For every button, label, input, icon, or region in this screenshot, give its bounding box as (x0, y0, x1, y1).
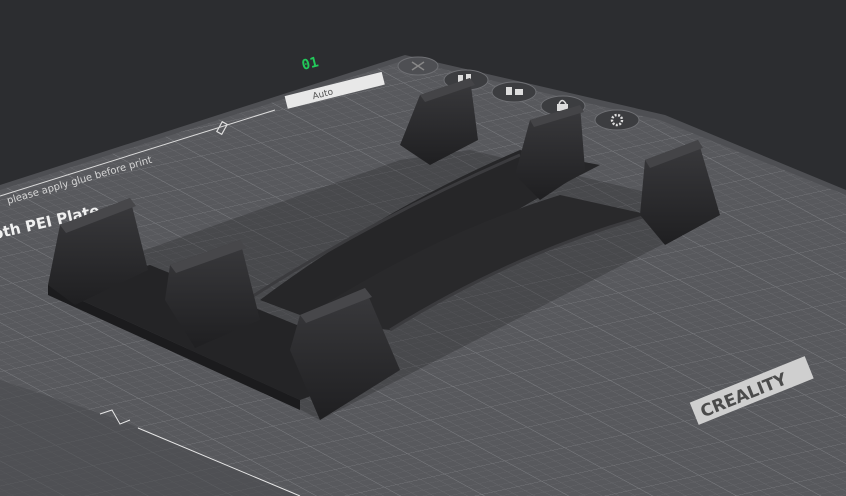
orient-button[interactable] (491, 81, 537, 103)
settings-button[interactable] (594, 109, 640, 131)
plate-number: 01 (300, 54, 320, 74)
close-button[interactable] (397, 56, 439, 76)
3d-viewport[interactable]: 01 Auto please apply glue before print o… (0, 0, 846, 496)
build-plate-scene[interactable]: 01 Auto please apply glue before print o… (0, 0, 846, 496)
